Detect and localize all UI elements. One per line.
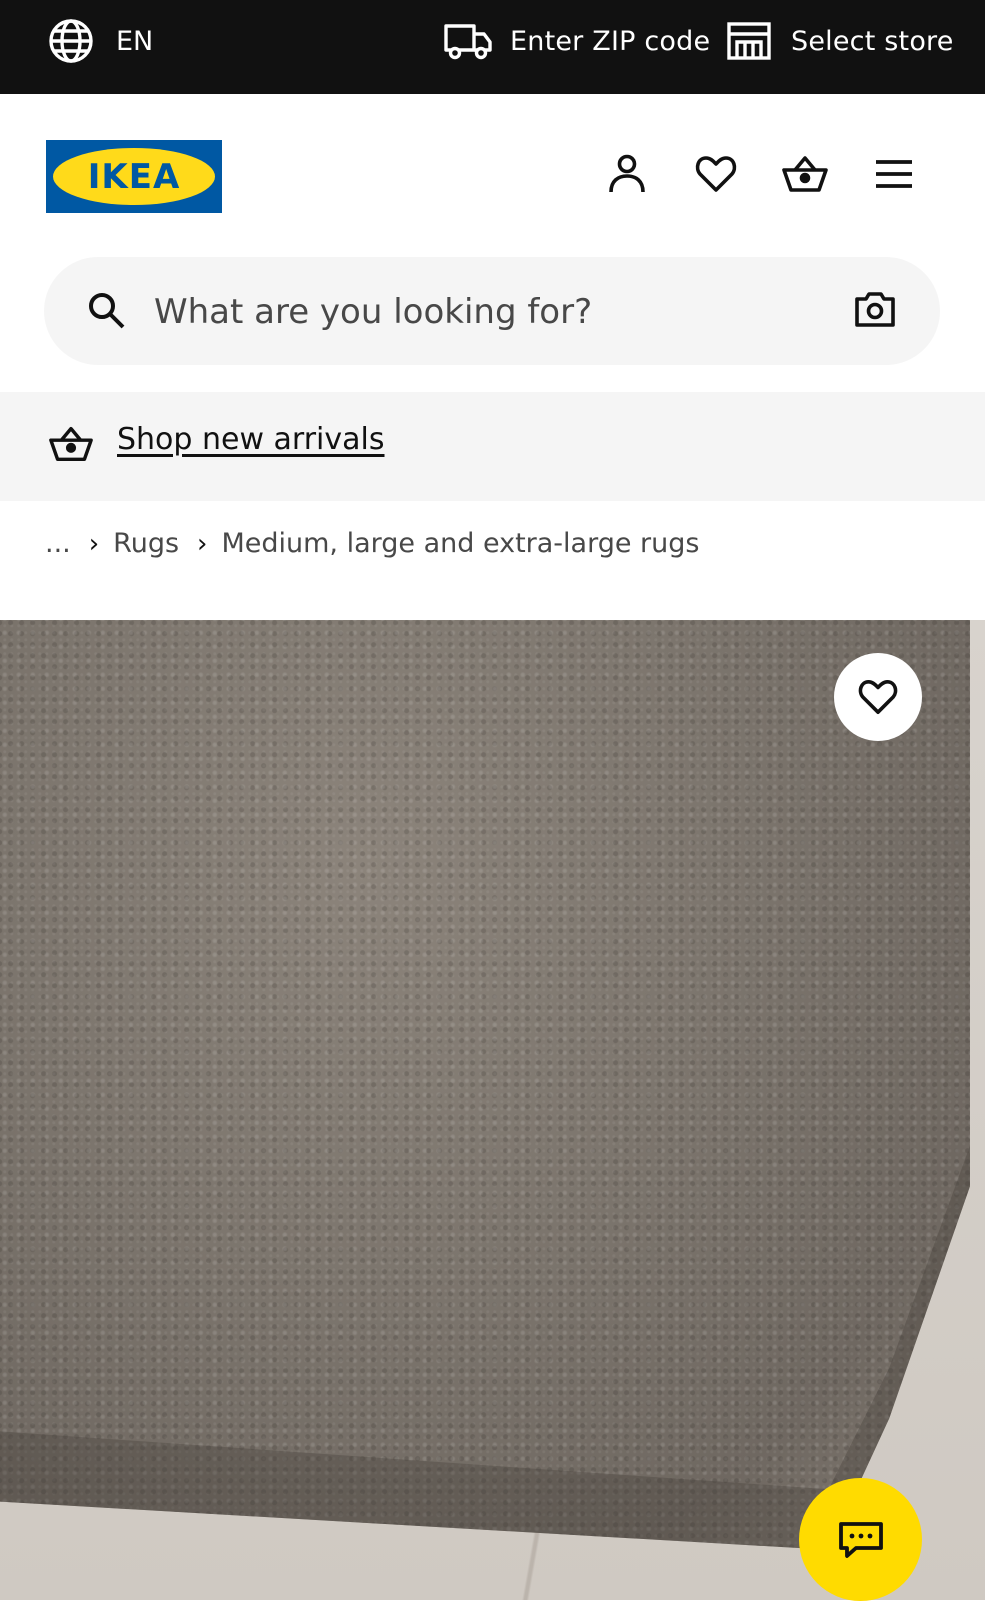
- account-icon: [609, 154, 645, 193]
- ikea-logo[interactable]: IKEA: [46, 140, 222, 213]
- logo-text: IKEA: [87, 156, 181, 197]
- logo-oval: IKEA: [53, 148, 215, 205]
- heart-icon: [858, 679, 898, 715]
- favorites-button[interactable]: [692, 150, 740, 198]
- breadcrumb: ... › Rugs › Medium, large and extra-lar…: [45, 528, 699, 559]
- chat-bubble-icon: [838, 1521, 883, 1558]
- search-bar: [44, 257, 940, 365]
- product-image[interactable]: [0, 620, 985, 1600]
- breadcrumb-rugs[interactable]: Rugs: [113, 528, 179, 559]
- store-label: Select store: [791, 25, 954, 57]
- breadcrumb-current-category[interactable]: Medium, large and extra-large rugs: [221, 528, 699, 559]
- language-selector[interactable]: EN: [48, 18, 153, 64]
- camera-search-icon[interactable]: [854, 290, 896, 328]
- shag-rug-image: [0, 620, 970, 1550]
- breadcrumb-ellipsis[interactable]: ...: [45, 528, 71, 559]
- cart-icon: [782, 156, 828, 192]
- zip-code-selector[interactable]: Enter ZIP code: [444, 22, 710, 60]
- add-to-favorites-button[interactable]: [834, 653, 922, 741]
- zip-code-label: Enter ZIP code: [510, 25, 711, 57]
- menu-button[interactable]: [870, 150, 918, 198]
- promo-banner: Shop new arrivals: [0, 392, 985, 501]
- store-selector[interactable]: Select store: [727, 22, 954, 60]
- menu-icon: [876, 160, 912, 188]
- language-label: EN: [116, 25, 154, 57]
- chevron-right-icon: ›: [88, 528, 100, 559]
- favorites-icon: [695, 156, 737, 192]
- search-input[interactable]: [152, 283, 816, 341]
- globe-icon: [48, 18, 94, 64]
- shop-new-arrivals-link[interactable]: Shop new arrivals: [117, 422, 385, 457]
- shopping-basket-icon: [48, 424, 94, 464]
- cart-button[interactable]: [781, 150, 829, 198]
- chat-button[interactable]: [799, 1478, 922, 1601]
- delivery-truck-icon: [444, 22, 492, 60]
- account-button[interactable]: [603, 150, 651, 198]
- search-icon: [86, 290, 126, 330]
- store-icon: [727, 22, 771, 60]
- chevron-right-icon: ›: [197, 528, 208, 559]
- top-utility-bar: EN Enter ZIP code Select store: [0, 0, 985, 94]
